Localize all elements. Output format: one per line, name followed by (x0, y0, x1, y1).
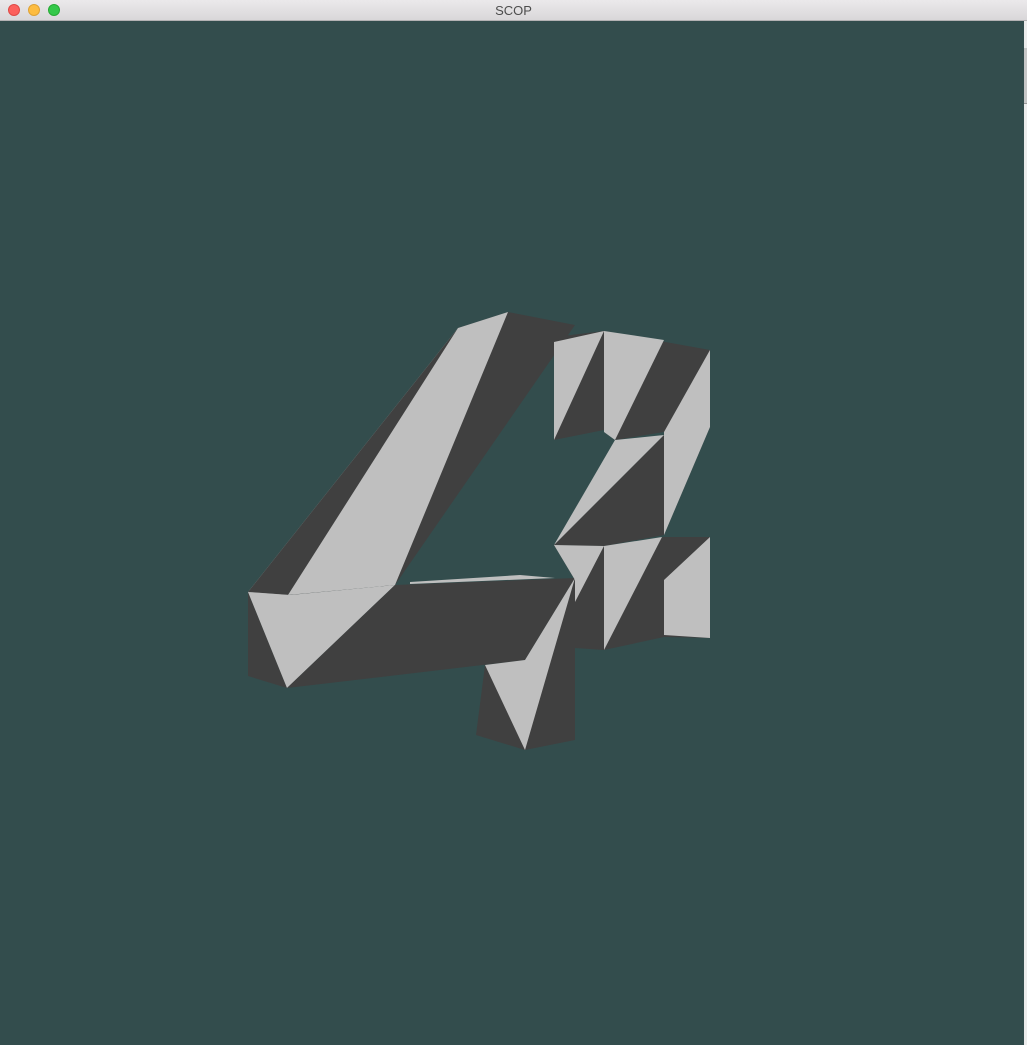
app-window: SCOP (0, 0, 1027, 1045)
window-title: SCOP (495, 3, 532, 18)
model-4-render (248, 312, 710, 750)
render-viewport[interactable] (0, 21, 1024, 1045)
title-bar[interactable]: SCOP (0, 0, 1027, 21)
